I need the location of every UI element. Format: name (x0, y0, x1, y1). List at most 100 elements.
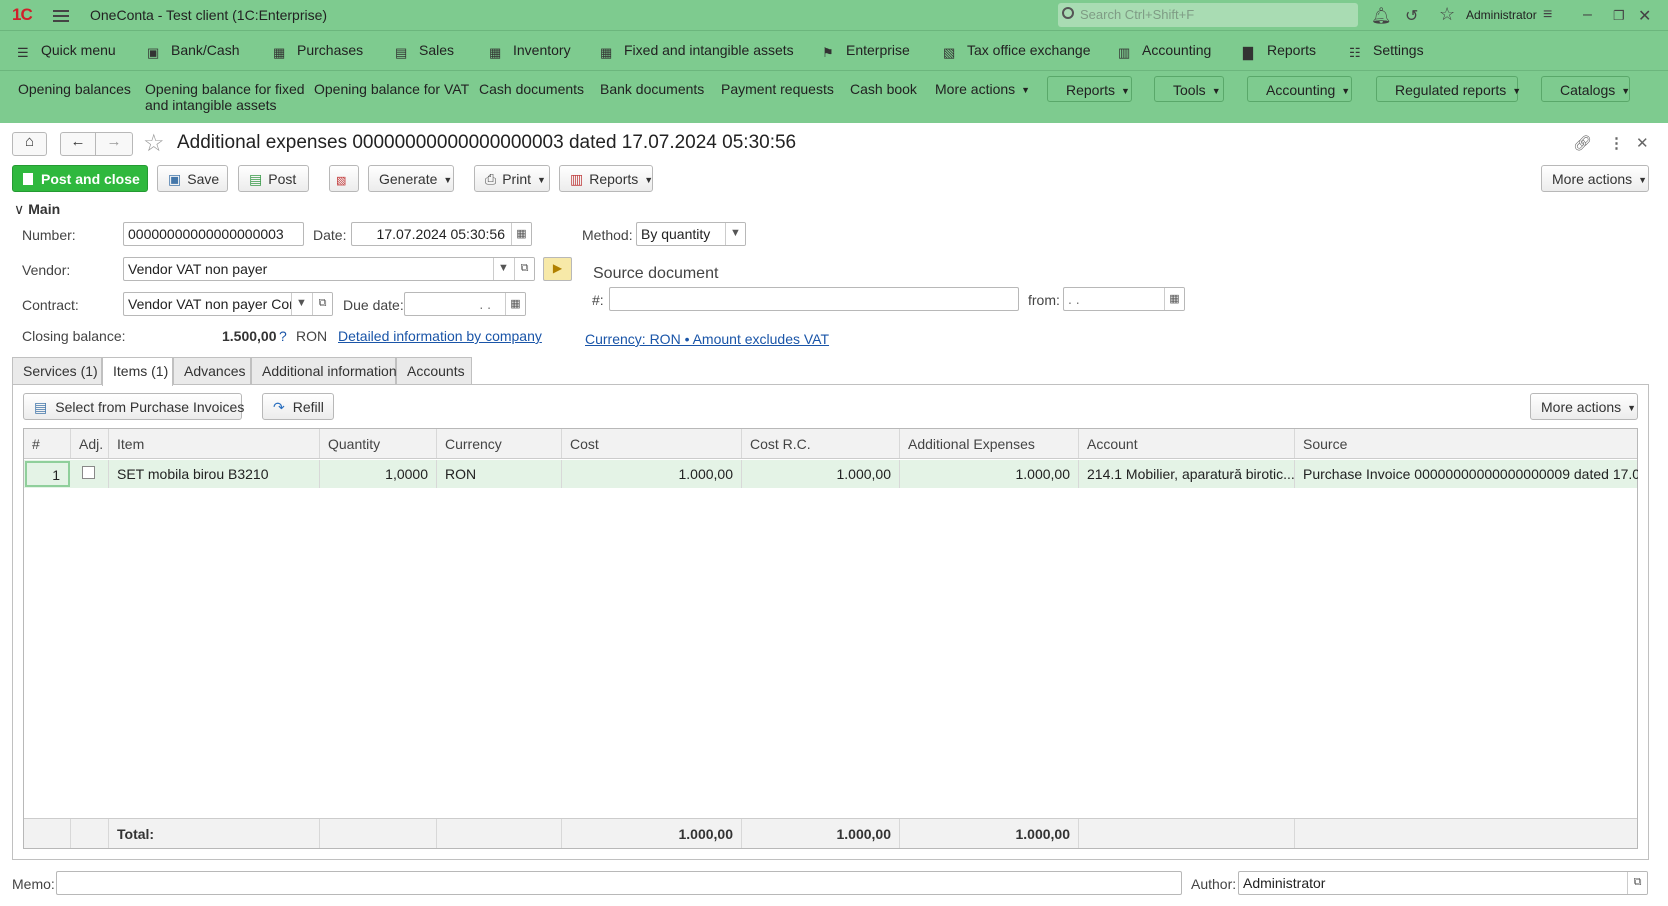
items-more-actions-button[interactable]: More actions ▼ (1530, 393, 1638, 420)
vendor-field[interactable]: Vendor VAT non payer ▼ ⧉ (123, 257, 535, 281)
current-user[interactable]: Administrator (1466, 8, 1537, 22)
row-adj-cell[interactable] (71, 460, 109, 488)
cmd-opening-vat[interactable]: Opening balance for VAT (314, 81, 469, 97)
close-window-icon[interactable]: ✕ (1638, 6, 1651, 26)
cmd-cash-book[interactable]: Cash book (850, 81, 917, 97)
tab-accounts[interactable]: Accounts (396, 357, 472, 385)
more-vertical-icon[interactable]: ⋮ (1609, 134, 1624, 152)
row-source[interactable]: Purchase Invoice 00000000000000000009 da… (1295, 460, 1638, 488)
restore-icon[interactable]: ❐ (1613, 8, 1625, 24)
section-inventory[interactable]: ▦ Inventory (489, 42, 571, 59)
memo-field[interactable] (56, 871, 1182, 895)
adj-checkbox[interactable] (82, 466, 95, 479)
method-select[interactable]: By quantity ▼ (636, 222, 746, 246)
tab-advances[interactable]: Advances (173, 357, 251, 385)
cmd-bank-documents[interactable]: Bank documents (600, 81, 704, 97)
tab-items[interactable]: Items (1) (102, 357, 173, 386)
tab-additional-information[interactable]: Additional information (251, 357, 397, 385)
refill-button[interactable]: ↷ Refill (262, 393, 334, 420)
author-field[interactable]: Administrator ⧉ (1238, 871, 1648, 895)
section-settings[interactable]: ☷ Settings (1349, 42, 1424, 59)
cmd-reports-button[interactable]: Reports ▼ (1047, 76, 1132, 102)
cmd-accounting-button[interactable]: Accounting ▼ (1247, 76, 1352, 102)
col-number[interactable]: # (24, 429, 71, 458)
col-cost[interactable]: Cost (562, 429, 742, 458)
cmd-opening-balances[interactable]: Opening balances (18, 81, 131, 97)
post-and-close-button[interactable]: Post and close (12, 165, 148, 192)
section-quick-menu[interactable]: ☰ Quick menu (17, 42, 116, 59)
col-cost-rc[interactable]: Cost R.C. (742, 429, 900, 458)
generate-button[interactable]: Generate ▼ (368, 165, 454, 192)
row-cost-rc[interactable]: 1.000,00 (742, 460, 900, 488)
number-field[interactable]: 00000000000000000003 (123, 222, 304, 246)
cmd-tools-button[interactable]: Tools ▼ (1154, 76, 1224, 102)
section-reports[interactable]: ▇ Reports (1243, 42, 1316, 59)
cmd-more-actions[interactable]: More actions ▼ (935, 81, 1030, 97)
cmd-payment-requests[interactable]: Payment requests (721, 81, 834, 97)
col-source[interactable]: Source (1295, 429, 1638, 458)
col-currency[interactable]: Currency (437, 429, 562, 458)
select-from-invoices-button[interactable]: ▤ Select from Purchase Invoices (23, 393, 244, 420)
row-number[interactable]: 1 (25, 461, 70, 487)
col-quantity[interactable]: Quantity (320, 429, 437, 458)
cmd-cash-documents[interactable]: Cash documents (479, 81, 584, 97)
totals-empty-cell (71, 819, 109, 848)
bell-icon[interactable]: 🔔︎ (1371, 6, 1391, 26)
journal-entries-button[interactable]: ▧ (329, 165, 359, 192)
closing-balance-value: 1.500,00 (222, 328, 277, 344)
favorite-star-icon[interactable]: ☆ (143, 129, 165, 158)
section-enterprise[interactable]: ⚑ Enterprise (822, 42, 910, 59)
section-accounting[interactable]: ▥ Accounting (1118, 42, 1211, 59)
section-bank-cash[interactable]: ▣ Bank/Cash (147, 42, 239, 59)
save-button[interactable]: ▣ Save (157, 165, 228, 192)
row-additional-expenses[interactable]: 1.000,00 (900, 460, 1079, 488)
settings-lines-icon[interactable]: ≡ (1543, 6, 1552, 24)
favorites-star-icon[interactable]: ☆ (1439, 4, 1455, 25)
calendar-icon: ▦ (1164, 288, 1184, 310)
row-currency[interactable]: RON (437, 460, 562, 488)
cmd-opening-fixed[interactable]: Opening balance for fixed and intangible … (145, 81, 305, 113)
detailed-info-link[interactable]: Detailed information by company (338, 328, 542, 344)
table-row[interactable]: 1 SET mobila birou B3210 1,0000 RON 1.00… (24, 460, 1638, 488)
main-menu-icon[interactable] (53, 7, 69, 23)
link-icon[interactable]: 🔗︎ (1573, 134, 1592, 152)
closing-balance-help[interactable]: ? (279, 328, 287, 344)
section-sales[interactable]: ▤ Sales (395, 42, 454, 59)
vendor-info-button[interactable]: ▶ (543, 257, 572, 281)
form-more-actions-button[interactable]: More actions ▼ (1541, 165, 1649, 192)
col-adj[interactable]: Adj. (71, 429, 109, 458)
post-button[interactable]: ▤ Post (238, 165, 309, 192)
date-field[interactable]: 17.07.2024 05:30:56 ▦ (351, 222, 532, 246)
col-additional-expenses[interactable]: Additional Expenses (900, 429, 1079, 458)
history-icon[interactable]: ↺ (1405, 6, 1418, 26)
search-input[interactable]: Search Ctrl+Shift+F (1058, 3, 1358, 27)
row-cost[interactable]: 1.000,00 (562, 460, 742, 488)
section-fixed-assets[interactable]: ▦ Fixed and intangible assets (600, 42, 794, 59)
due-date-field[interactable]: . . ▦ (404, 292, 526, 316)
bank-cash-icon: ▣ (147, 45, 160, 60)
section-tax-office[interactable]: ▧ Tax office exchange (943, 42, 1091, 59)
source-from-field[interactable]: . . ▦ (1063, 287, 1185, 311)
row-account[interactable]: 214.1 Mobilier, aparatură birotic... (1079, 460, 1295, 488)
print-button[interactable]: ⎙ Print ▼ (474, 165, 550, 192)
cmd-regulated-reports-button[interactable]: Regulated reports ▼ (1376, 76, 1521, 102)
main-group-toggle[interactable]: ∨ Main (14, 201, 60, 218)
home-button[interactable]: ⌂ (12, 132, 47, 156)
minimize-icon[interactable]: – (1583, 6, 1592, 24)
currency-link[interactable]: Currency: RON • Amount excludes VAT (585, 331, 829, 347)
col-item[interactable]: Item (109, 429, 320, 458)
close-form-icon[interactable]: ✕ (1636, 134, 1649, 152)
section-purchases[interactable]: ▦ Purchases (273, 42, 363, 59)
source-number-field[interactable] (609, 287, 1019, 311)
reports-button[interactable]: ▥ Reports ▼ (559, 165, 653, 192)
totals-cost-rc: 1.000,00 (742, 819, 900, 848)
col-account[interactable]: Account (1079, 429, 1295, 458)
back-button[interactable]: ← (60, 132, 96, 156)
contract-field[interactable]: Vendor VAT non payer Cont ▼ ⧉ (123, 292, 333, 316)
journal-icon: ▧ (336, 175, 347, 187)
row-quantity[interactable]: 1,0000 (320, 460, 437, 488)
row-item[interactable]: SET mobila birou B3210 (109, 460, 320, 488)
tab-services[interactable]: Services (1) (12, 357, 102, 385)
cmd-catalogs-button[interactable]: Catalogs ▼ (1541, 76, 1630, 102)
forward-button[interactable]: → (95, 132, 133, 156)
